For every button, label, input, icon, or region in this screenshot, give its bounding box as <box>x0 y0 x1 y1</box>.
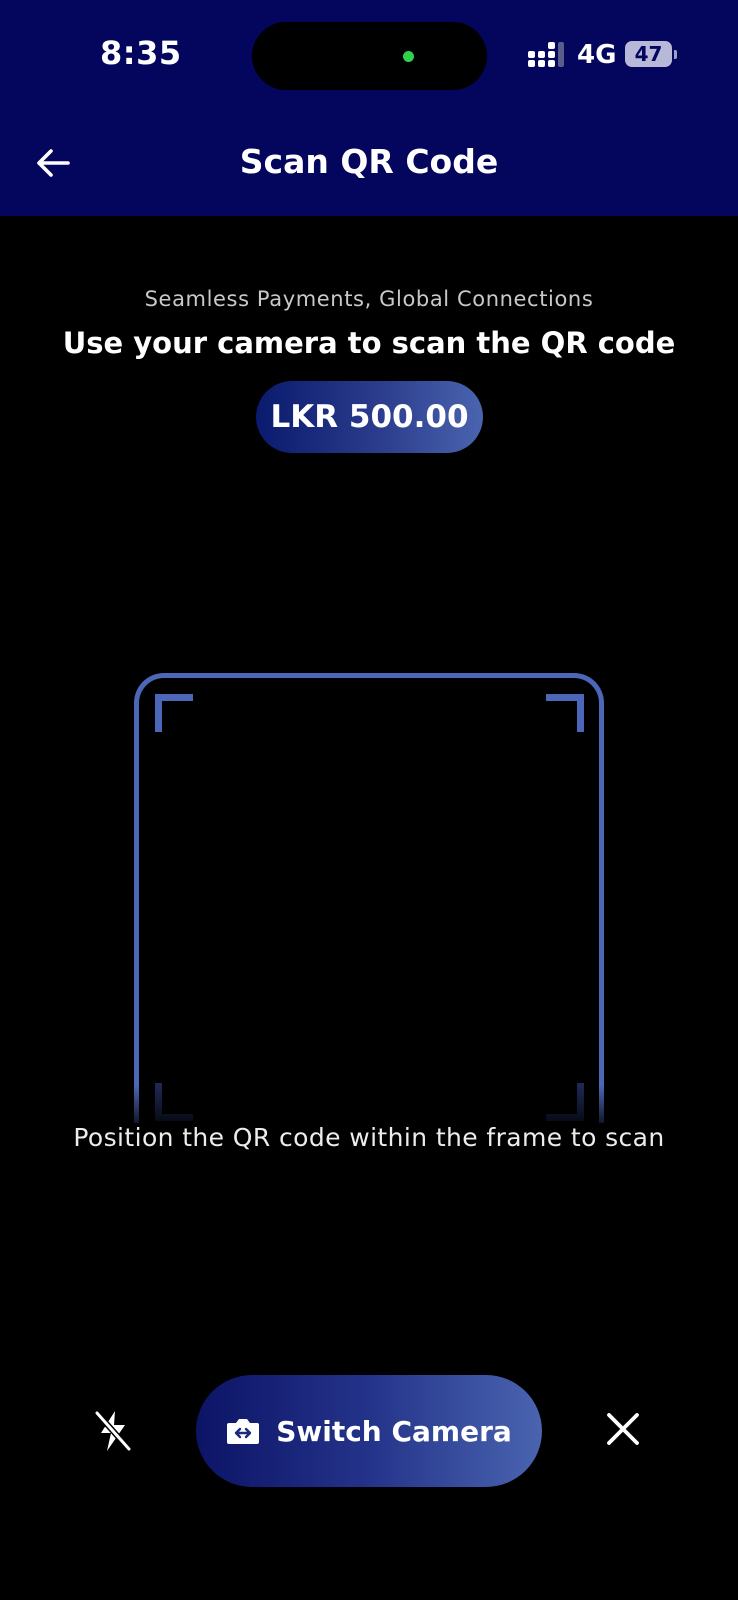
battery-level: 47 <box>634 42 663 66</box>
scan-frame <box>134 673 604 1123</box>
flash-toggle-button[interactable] <box>90 1406 136 1456</box>
status-time: 8:35 <box>100 34 182 72</box>
close-button[interactable] <box>601 1407 645 1451</box>
close-icon <box>607 1413 639 1445</box>
scan-hint: Position the QR code within the frame to… <box>73 1123 665 1152</box>
network-type: 4G <box>577 40 617 70</box>
amount-value: LKR 500.00 <box>270 399 469 435</box>
flash-off-icon <box>94 1410 132 1452</box>
scan-corner-top-left <box>155 694 193 732</box>
page-title: Scan QR Code <box>239 142 499 181</box>
amount-badge: LKR 500.00 <box>256 381 483 453</box>
switch-camera-button[interactable]: Switch Camera <box>196 1375 542 1487</box>
switch-camera-label: Switch Camera <box>276 1414 512 1448</box>
battery-icon: 47 <box>625 41 677 67</box>
camera-in-use-indicator <box>403 51 414 62</box>
tagline: Seamless Payments, Global Connections <box>144 287 594 311</box>
scan-qr-screen: 8:35 4G 47 Scan QR Code Seamless Payment… <box>0 0 738 1600</box>
dynamic-island <box>252 22 487 90</box>
signal-icon <box>528 42 564 67</box>
scan-corner-top-right <box>546 694 584 732</box>
scan-instruction: Use your camera to scan the QR code <box>62 326 676 360</box>
camera-switch-icon <box>227 1419 260 1444</box>
app-header: 8:35 4G 47 Scan QR Code <box>0 0 738 216</box>
